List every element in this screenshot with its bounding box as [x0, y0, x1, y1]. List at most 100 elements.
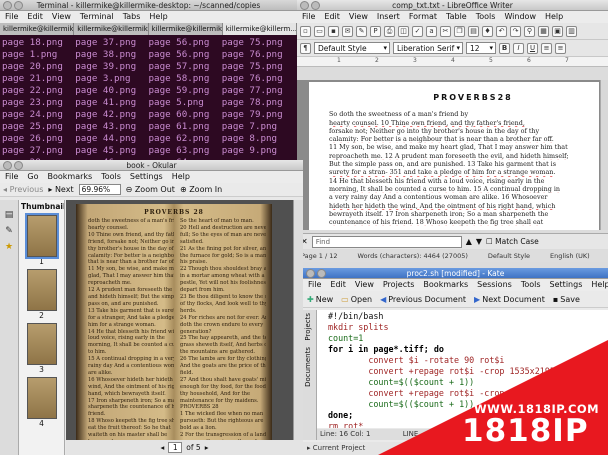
save-button[interactable]: ▪ Save — [553, 295, 580, 304]
save-icon[interactable]: ▪ — [328, 25, 339, 37]
match-case-checkbox[interactable]: ☐ Match Case — [486, 237, 539, 246]
writer-window[interactable]: comp_txt.txt - LibreOffice Writer File Ed… — [297, 0, 608, 268]
code-line[interactable]: for i in page*.tiff; do — [319, 344, 608, 355]
zoom-in-button[interactable]: ⊕ Zoom In — [180, 185, 222, 194]
terminal-menu-item-terminal[interactable]: Terminal — [80, 11, 114, 23]
kate-titlebar[interactable]: proc2.sh [modified] - Kate — [303, 268, 608, 279]
undo-icon[interactable]: ↶ — [496, 25, 507, 37]
okular-titlebar[interactable]: book - Okular — [0, 160, 303, 171]
next-document-button[interactable]: ▶ Next Document — [474, 295, 545, 304]
bold-icon[interactable]: B — [499, 42, 510, 54]
font-name-combo[interactable]: Liberation Serif — [393, 42, 463, 54]
align-left-icon[interactable]: ≡ — [541, 42, 552, 54]
kate-menu-item-view[interactable]: View — [355, 279, 374, 291]
underline-icon[interactable]: U — [527, 42, 538, 54]
page-thumbnail[interactable] — [24, 213, 59, 259]
document-line[interactable]: forsake not; Neither go into thy brother… — [329, 127, 587, 135]
writer-close-icon[interactable] — [300, 1, 309, 10]
terminal-menu-item-help[interactable]: Help — [149, 11, 167, 23]
nav-previous-icon[interactable]: ◂ — [161, 443, 165, 452]
okular-minimize-icon[interactable] — [14, 161, 23, 170]
find-input[interactable]: Find — [311, 235, 462, 248]
styles-icon[interactable]: ¶ — [300, 42, 311, 54]
kate-menu-item-help[interactable]: Help — [591, 279, 608, 291]
writer-titlebar[interactable]: comp_txt.txt - LibreOffice Writer — [297, 0, 608, 11]
chart-icon[interactable]: ▥ — [566, 25, 577, 37]
page-thumbnail[interactable] — [26, 377, 57, 419]
document-line[interactable]: So doth the sweetness of a man's friend … — [329, 110, 587, 118]
document-line[interactable]: 14 He that blesseth his friend with a lo… — [329, 177, 587, 185]
terminal-window[interactable]: Terminal - killermike@killermike-desktop… — [0, 0, 297, 160]
okular-page-view[interactable]: PROVERBS 28 doth the sweetness of a man'… — [66, 200, 303, 445]
writer-menu-item-format[interactable]: Format — [409, 11, 437, 23]
page-thumbnail[interactable] — [26, 323, 57, 365]
okular-menu-item-file[interactable]: File — [5, 171, 18, 183]
nav-next-icon[interactable]: ▸ — [205, 443, 209, 452]
writer-menu-item-edit[interactable]: Edit — [324, 11, 340, 23]
new-button[interactable]: ✚ New — [307, 295, 333, 304]
find-next-icon[interactable]: ▼ — [476, 237, 482, 246]
open-folder-icon[interactable]: ▭ — [314, 25, 325, 37]
thumbnails-panel-icon[interactable]: ▤ — [0, 210, 18, 226]
open-button[interactable]: ▭ Open — [341, 295, 372, 304]
zoom-combo[interactable]: 69.96% — [78, 184, 121, 195]
document-line[interactable]: But the simple pass on, and are punished… — [329, 160, 587, 168]
document-line[interactable]: hearty counsel. 10 Thine own friend, and… — [329, 119, 587, 127]
new-document-icon[interactable]: ▫ — [300, 25, 311, 37]
code-line[interactable]: count=1 — [319, 333, 608, 344]
document-line[interactable]: morning, It shall be counted a curse to … — [329, 185, 587, 193]
italic-icon[interactable]: I — [513, 42, 524, 54]
terminal-minimize-icon[interactable] — [14, 1, 23, 10]
kate-minimize-icon[interactable] — [317, 269, 326, 278]
page-number-input[interactable]: 1 — [168, 442, 183, 453]
terminal-menu-item-view[interactable]: View — [52, 11, 71, 23]
terminal-menu-item-tabs[interactable]: Tabs — [123, 11, 141, 23]
spellcheck-icon[interactable]: ✓ — [412, 25, 423, 37]
horizontal-ruler[interactable]: 1 2 3 4 5 6 7 — [297, 57, 608, 67]
paste-icon[interactable]: ▤ — [468, 25, 479, 37]
previous-page-button[interactable]: ◂ Previous — [3, 185, 43, 194]
terminal-tab[interactable]: killermike@killermike-d... — [0, 23, 75, 35]
reviews-icon[interactable]: ✎ — [0, 226, 18, 242]
writer-menu-item-window[interactable]: Window — [504, 11, 536, 23]
font-size-combo[interactable]: 12 — [466, 42, 496, 54]
document-area[interactable]: PROVERBS28 So doth the sweetness of a ma… — [297, 80, 608, 230]
okular-window[interactable]: book - Okular File Go Bookmarks Tools Settin… — [0, 160, 303, 455]
print-preview-icon[interactable]: ◫ — [398, 25, 409, 37]
document-line[interactable]: countenance of his friend. 18 Whoso keep… — [329, 218, 587, 226]
page-view-scrollbar[interactable] — [293, 200, 303, 445]
code-line[interactable]: mkdir splits — [319, 322, 608, 333]
writer-menu-item-table[interactable]: Table — [446, 11, 467, 23]
writer-menu-item-file[interactable]: File — [302, 11, 315, 23]
code-line[interactable]: #!/bin/bash — [319, 311, 608, 322]
print-icon[interactable]: ⎙ — [384, 25, 395, 37]
document-line[interactable]: surety for a stran- 351 and take a pledg… — [329, 168, 587, 176]
kate-menu-item-edit[interactable]: Edit — [330, 279, 346, 291]
pdf-export-icon[interactable]: P — [370, 25, 381, 37]
terminal-tab[interactable]: killermike@killerm... — [222, 23, 297, 35]
previous-document-button[interactable]: ◀ Previous Document — [380, 295, 466, 304]
terminal-menu-item-edit[interactable]: Edit — [27, 11, 43, 23]
kate-close-icon[interactable] — [306, 269, 315, 278]
document-line[interactable]: calamity: For better is a neighbour that… — [329, 135, 587, 143]
current-project-tab[interactable]: Current Project — [313, 444, 365, 452]
cut-icon[interactable]: ✂ — [440, 25, 451, 37]
paragraph-style-combo[interactable]: Default Style — [314, 42, 390, 54]
terminal-tab[interactable]: killermike@killermike-de... — [74, 23, 149, 35]
align-center-icon[interactable]: ≡ — [555, 42, 566, 54]
kate-menu-item-file[interactable]: File — [308, 279, 321, 291]
document-page[interactable]: PROVERBS28 So doth the sweetness of a ma… — [309, 82, 599, 230]
writer-menu-item-tools[interactable]: Tools — [476, 11, 496, 23]
kate-menu-item-projects[interactable]: Projects — [383, 279, 415, 291]
image-icon[interactable]: ▣ — [552, 25, 563, 37]
okular-menu-item-go[interactable]: Go — [27, 171, 38, 183]
okular-menu-item-help[interactable]: Help — [172, 171, 190, 183]
document-line[interactable]: reproacheth me. 12 A prudent man foresee… — [329, 152, 587, 160]
terminal-output[interactable]: page 18.png page 37.png page 56.png page 75… — [0, 35, 297, 160]
writer-menu-item-help[interactable]: Help — [545, 11, 563, 23]
document-line[interactable]: a very rainy day And a contentious woman… — [329, 193, 587, 201]
writer-minimize-icon[interactable] — [311, 1, 320, 10]
document-line[interactable]: bewrayeth itself. 17 Iron sharpeneth iro… — [329, 210, 587, 218]
terminal-titlebar[interactable]: Terminal - killermike@killermike-desktop… — [0, 0, 297, 11]
thumbnails-panel[interactable]: Thumbnails 1 2 3 4 — [19, 200, 65, 455]
